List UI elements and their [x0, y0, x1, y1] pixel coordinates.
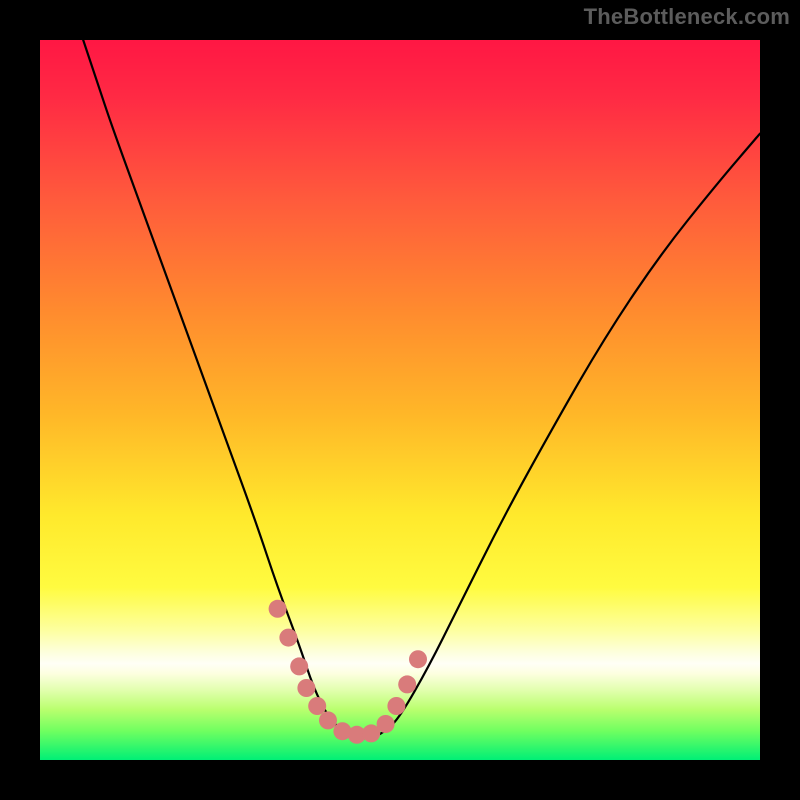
highlight-dot [377, 715, 395, 733]
highlight-dot [297, 679, 315, 697]
highlight-dot [319, 711, 337, 729]
highlight-dot [398, 675, 416, 693]
chart-frame: TheBottleneck.com [0, 0, 800, 800]
highlight-dot [387, 697, 405, 715]
highlight-dot [269, 600, 287, 618]
highlight-dot [308, 697, 326, 715]
watermark-text: TheBottleneck.com [584, 4, 790, 30]
curve-layer [40, 40, 760, 760]
plot-area [40, 40, 760, 760]
bottleneck-curve [83, 40, 760, 738]
highlight-dot [279, 629, 297, 647]
highlight-dots [269, 600, 427, 744]
highlight-dot [290, 657, 308, 675]
highlight-dot [409, 650, 427, 668]
